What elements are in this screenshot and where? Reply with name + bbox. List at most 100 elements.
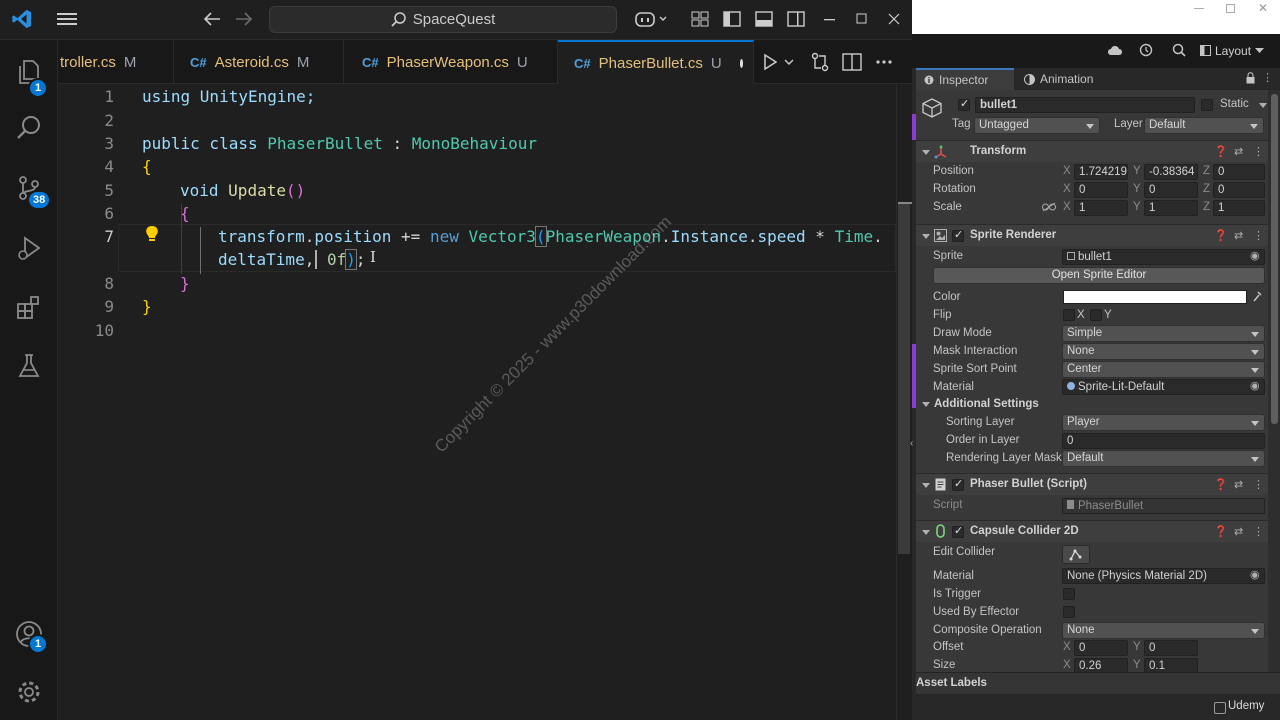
composite-operation-dropdown[interactable]: None xyxy=(1062,622,1265,639)
script-enabled-checkbox[interactable] xyxy=(952,477,964,491)
open-sprite-editor-button[interactable]: Open Sprite Editor xyxy=(933,267,1265,284)
is-trigger-checkbox[interactable] xyxy=(1063,588,1075,600)
position-x-field[interactable]: 1.724219 xyxy=(1074,164,1128,180)
foldout-icon[interactable] xyxy=(922,483,930,488)
compare-changes-button[interactable] xyxy=(806,48,834,76)
color-swatch[interactable] xyxy=(1063,290,1247,304)
copilot-icon[interactable] xyxy=(632,6,672,32)
help-icon[interactable]: ❓ xyxy=(1214,229,1228,242)
sorting-layer-dropdown[interactable]: Player xyxy=(1062,414,1265,431)
minimize-icon[interactable] xyxy=(818,6,842,32)
offset-y-field[interactable]: 0 xyxy=(1144,640,1198,656)
help-icon[interactable]: ❓ xyxy=(1214,525,1228,538)
history-icon[interactable] xyxy=(1139,43,1153,57)
layout-dropdown[interactable]: Layout xyxy=(1200,41,1274,60)
maximize-icon[interactable] xyxy=(1226,4,1235,13)
eyedropper-icon[interactable] xyxy=(1252,290,1262,302)
rotation-x-field[interactable]: 0 xyxy=(1074,182,1128,198)
material-field[interactable]: Sprite-Lit-Default xyxy=(1062,379,1265,395)
sprite-field[interactable]: bullet1 xyxy=(1062,249,1265,265)
link-icon[interactable] xyxy=(1042,202,1056,212)
source-control-button[interactable]: 38 xyxy=(0,164,58,212)
object-name-field[interactable]: bullet1 xyxy=(975,97,1195,113)
search-icon[interactable] xyxy=(1172,43,1186,57)
transform-header[interactable]: Transform ❓ ⇄ ⋮ xyxy=(916,140,1268,162)
back-arrow-icon[interactable] xyxy=(200,6,224,32)
run-debug-button[interactable] xyxy=(0,224,58,272)
layer-dropdown[interactable]: Default xyxy=(1144,117,1264,134)
minimize-icon[interactable] xyxy=(1194,8,1204,9)
phaser-bullet-script-header[interactable]: Phaser Bullet (Script) ❓ ⇄ ⋮ xyxy=(916,473,1268,495)
used-by-effector-checkbox[interactable] xyxy=(1063,606,1075,618)
object-picker-icon[interactable]: ◉ xyxy=(1250,568,1260,581)
tab-asteroid[interactable]: C# Asteroid.cs M xyxy=(174,40,344,84)
foldout-icon[interactable] xyxy=(922,402,930,407)
scale-z-field[interactable]: 1 xyxy=(1213,200,1265,216)
maximize-icon[interactable] xyxy=(850,6,874,32)
explorer-button[interactable]: 1 xyxy=(0,48,58,98)
more-icon[interactable]: ⋮ xyxy=(1253,525,1264,538)
inspector-scrollbar[interactable] xyxy=(1268,90,1280,675)
lightbulb-icon[interactable] xyxy=(144,224,160,244)
scrollbar-thumb[interactable] xyxy=(1271,94,1278,424)
help-icon[interactable]: ❓ xyxy=(1214,478,1228,491)
cloud-icon[interactable] xyxy=(1107,44,1123,56)
position-z-field[interactable]: 0 xyxy=(1213,164,1265,180)
additional-settings-label[interactable]: Additional Settings xyxy=(934,398,1039,410)
object-picker-icon[interactable]: ◉ xyxy=(1250,249,1260,262)
tab-animation[interactable]: Animation xyxy=(1016,68,1108,90)
more-icon[interactable]: ⋮ xyxy=(1253,145,1264,158)
rendering-layer-mask-dropdown[interactable]: Default xyxy=(1062,450,1265,467)
more-actions-button[interactable] xyxy=(870,48,898,76)
draw-mode-dropdown[interactable]: Simple xyxy=(1062,325,1265,342)
toggle-panel-icon[interactable] xyxy=(752,6,776,32)
preset-icon[interactable]: ⇄ xyxy=(1234,229,1243,242)
more-icon[interactable]: ⋮ xyxy=(1253,229,1264,242)
sprite-sort-point-dropdown[interactable]: Center xyxy=(1062,361,1265,378)
mask-interaction-dropdown[interactable]: None xyxy=(1062,343,1265,360)
collider-material-field[interactable]: None (Physics Material 2D) xyxy=(1062,568,1265,584)
toggle-sidebar-icon[interactable] xyxy=(720,6,744,32)
close-icon[interactable]: ✕ xyxy=(1258,1,1268,15)
flip-x-checkbox[interactable] xyxy=(1063,309,1075,321)
tab-phaserweapon[interactable]: C# PhaserWeapon.cs U xyxy=(344,40,558,84)
edit-collider-button[interactable] xyxy=(1062,545,1090,564)
object-picker-icon[interactable]: ◉ xyxy=(1250,379,1260,392)
run-button[interactable] xyxy=(758,48,798,76)
split-editor-button[interactable] xyxy=(838,48,866,76)
rotation-z-field[interactable]: 0 xyxy=(1213,182,1265,198)
preset-icon[interactable]: ⇄ xyxy=(1234,478,1243,491)
sprite-renderer-header[interactable]: Sprite Renderer ❓ ⇄ ⋮ xyxy=(916,224,1268,246)
command-center-search[interactable]: SpaceQuest xyxy=(269,6,617,33)
help-icon[interactable]: ❓ xyxy=(1214,145,1228,158)
foldout-icon[interactable] xyxy=(922,530,930,535)
scale-y-field[interactable]: 1 xyxy=(1144,200,1198,216)
collapse-handle-icon[interactable]: ‹ xyxy=(910,438,913,449)
tab-inspector[interactable]: Inspector xyxy=(916,68,1014,90)
rotation-y-field[interactable]: 0 xyxy=(1144,182,1198,198)
foldout-icon[interactable] xyxy=(922,150,930,155)
static-checkbox[interactable] xyxy=(1201,99,1213,111)
active-checkbox[interactable] xyxy=(958,97,970,111)
search-button[interactable] xyxy=(0,104,58,152)
collider-enabled-checkbox[interactable] xyxy=(952,524,964,538)
preset-icon[interactable]: ⇄ xyxy=(1234,145,1243,158)
toggle-secondary-sidebar-icon[interactable] xyxy=(784,6,808,32)
tag-dropdown[interactable]: Untagged xyxy=(974,117,1100,134)
close-icon[interactable] xyxy=(882,6,906,32)
code-editor[interactable]: 1 2 3 4 5 6 7 8 9 10 using UnityEngine; … xyxy=(58,84,912,720)
accounts-button[interactable]: 1 xyxy=(0,610,58,658)
static-dropdown-icon[interactable] xyxy=(1259,103,1267,108)
tab-phaserbullet[interactable]: C# PhaserBullet.cs U xyxy=(558,40,754,84)
sprite-renderer-enabled-checkbox[interactable] xyxy=(952,228,964,242)
order-in-layer-field[interactable]: 0 xyxy=(1062,433,1265,449)
editor-scrollbar[interactable] xyxy=(896,84,912,720)
preset-icon[interactable]: ⇄ xyxy=(1234,525,1243,538)
forward-arrow-icon[interactable] xyxy=(232,6,256,32)
menu-icon[interactable] xyxy=(54,6,80,32)
more-icon[interactable]: ⋮ xyxy=(1262,71,1273,84)
unsaved-dot-icon[interactable] xyxy=(739,58,743,68)
capsule-collider-header[interactable]: Capsule Collider 2D ❓ ⇄ ⋮ xyxy=(916,520,1268,542)
testing-button[interactable] xyxy=(0,342,58,390)
offset-x-field[interactable]: 0 xyxy=(1074,640,1128,656)
